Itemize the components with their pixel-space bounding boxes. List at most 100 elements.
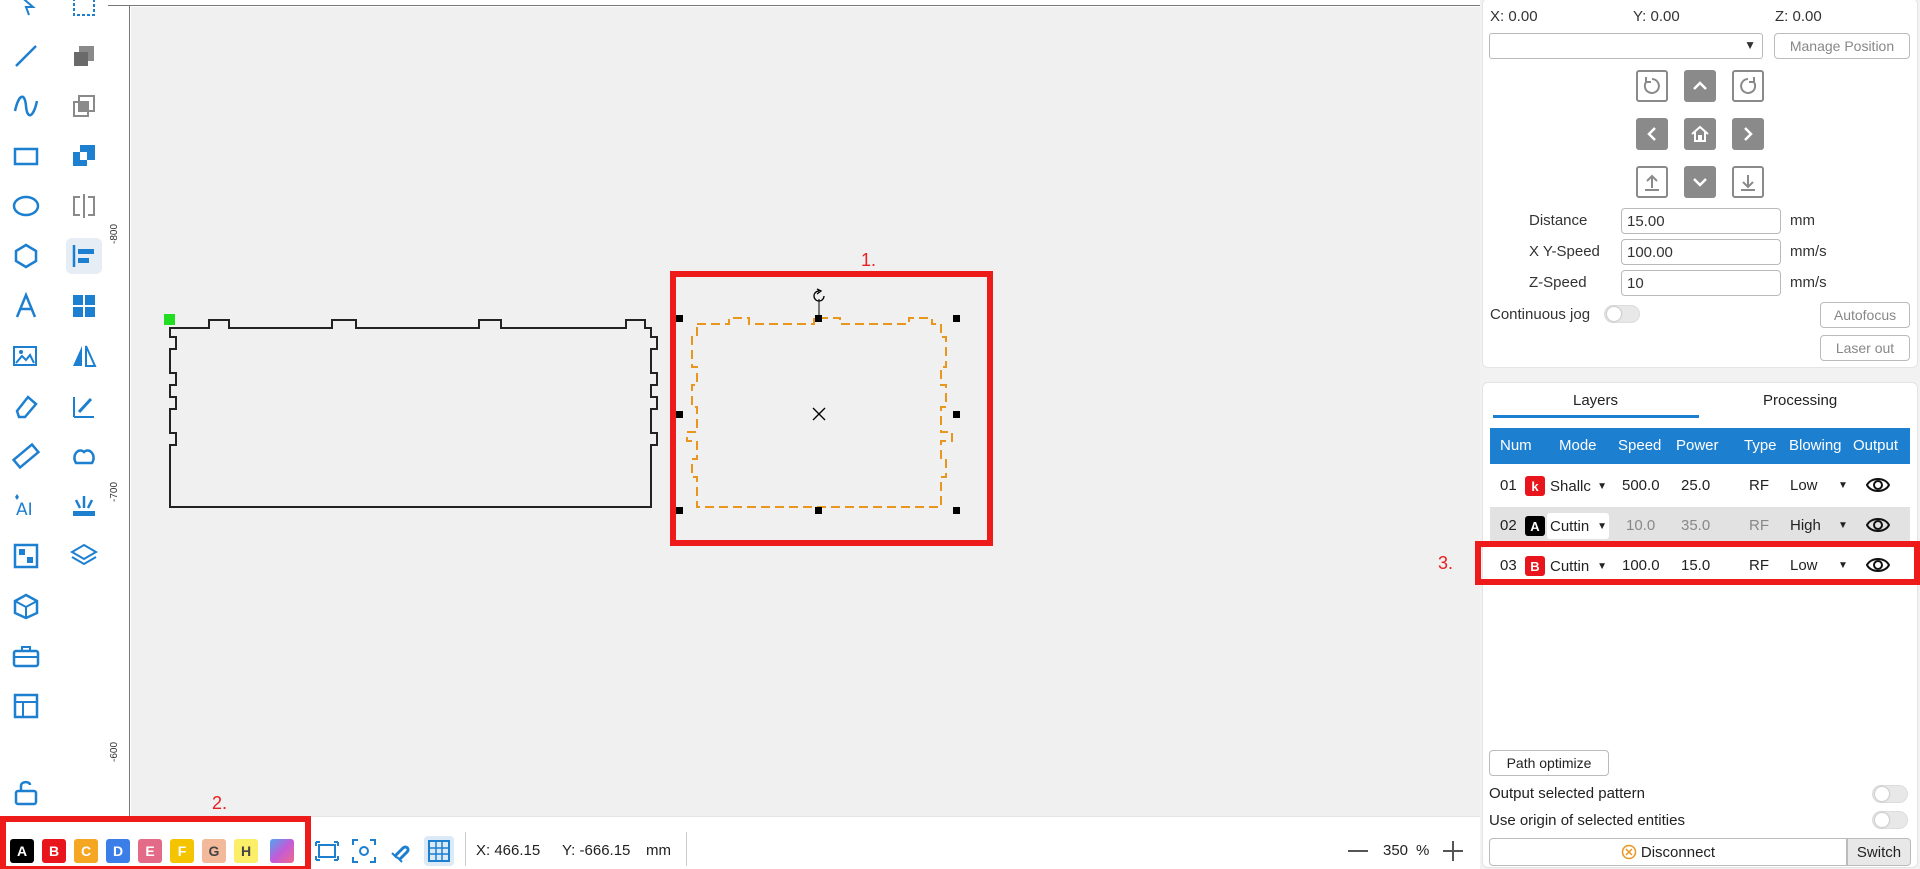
manage-position-button[interactable]: Manage Position xyxy=(1774,33,1910,59)
col-power: Power xyxy=(1676,437,1719,454)
distance-input[interactable]: 15.00 xyxy=(1621,208,1781,234)
boolean-union-icon[interactable] xyxy=(66,38,102,74)
snap-magnet-icon[interactable] xyxy=(387,836,417,866)
eraser-icon[interactable] xyxy=(8,388,44,424)
layers-icon[interactable] xyxy=(66,538,102,574)
rotate-cw-button[interactable] xyxy=(1732,70,1764,102)
layer-color-badge: A xyxy=(1525,516,1545,536)
mirror-icon[interactable] xyxy=(66,338,102,374)
rotate-ccw-button[interactable] xyxy=(1636,70,1668,102)
col-num: Num xyxy=(1500,437,1532,454)
line-icon[interactable] xyxy=(8,38,44,74)
caret-down-icon[interactable]: ▼ xyxy=(1838,520,1848,531)
divider xyxy=(686,832,687,866)
select-icon[interactable] xyxy=(8,0,44,24)
switch-button[interactable]: Switch xyxy=(1847,838,1911,866)
position-x: X: 0.00 xyxy=(1490,8,1538,25)
layer-type: RF xyxy=(1749,517,1769,534)
home-button[interactable] xyxy=(1684,118,1716,150)
align-left-icon[interactable] xyxy=(66,238,102,274)
qr-code-icon[interactable] xyxy=(8,538,44,574)
position-select[interactable]: ▼ xyxy=(1489,33,1763,59)
chevron-right-icon xyxy=(1744,127,1753,141)
highlight-box xyxy=(670,271,993,546)
position-z: Z: 0.00 xyxy=(1775,8,1822,25)
autofocus-button[interactable]: Autofocus xyxy=(1820,302,1910,328)
jog-right-button[interactable] xyxy=(1732,118,1764,150)
layer-mode-select[interactable]: Shallc ▼ xyxy=(1547,473,1609,499)
polygon-icon[interactable] xyxy=(8,238,44,274)
disconnect-button[interactable]: Disconnect xyxy=(1489,838,1847,866)
layout-icon[interactable] xyxy=(8,688,44,724)
position-y: Y: 0.00 xyxy=(1633,8,1680,25)
eye-icon[interactable] xyxy=(1865,475,1891,499)
3d-box-icon[interactable] xyxy=(8,588,44,624)
zoom-in-icon[interactable] xyxy=(1438,836,1468,866)
ruler-icon[interactable] xyxy=(8,438,44,474)
boolean-intersect-icon[interactable] xyxy=(66,138,102,174)
curve-icon[interactable] xyxy=(8,88,44,124)
use-origin-toggle[interactable] xyxy=(1872,811,1908,829)
zoom-out-icon[interactable] xyxy=(1343,836,1373,866)
fit-canvas-icon[interactable] xyxy=(312,836,342,866)
cursor-y: Y: -666.15 xyxy=(562,842,631,859)
ai-text-icon[interactable]: AI xyxy=(8,488,44,524)
z-down-button[interactable] xyxy=(1732,166,1764,198)
left-toolbar: AI xyxy=(0,0,108,869)
layer-blowing[interactable]: High xyxy=(1790,517,1821,534)
image-icon[interactable] xyxy=(8,338,44,374)
col-speed: Speed xyxy=(1618,437,1662,454)
zoom-value: 350 xyxy=(1383,842,1409,859)
laser-out-button[interactable]: Laser out xyxy=(1820,335,1910,361)
jog-down-button[interactable] xyxy=(1684,166,1716,198)
layer-blowing[interactable]: Low xyxy=(1790,477,1818,494)
fit-selection-icon[interactable] xyxy=(349,836,379,866)
tab-processing[interactable]: Processing xyxy=(1763,392,1837,409)
path-optimize-button[interactable]: Path optimize xyxy=(1489,750,1609,776)
mirror-split-icon[interactable] xyxy=(66,188,102,224)
z-up-button[interactable] xyxy=(1636,166,1668,198)
frame-select-icon[interactable] xyxy=(66,0,102,24)
text-icon[interactable] xyxy=(8,288,44,324)
rectangle-icon[interactable] xyxy=(8,138,44,174)
distance-label: Distance xyxy=(1529,212,1588,229)
grid-icon[interactable] xyxy=(424,836,454,866)
edit-nodes-icon[interactable] xyxy=(66,388,102,424)
zoom-unit: % xyxy=(1416,842,1430,859)
z-speed-input[interactable]: 10 xyxy=(1621,270,1781,296)
tab-layers[interactable]: Layers xyxy=(1573,392,1618,409)
xy-speed-unit: mm/s xyxy=(1790,243,1827,260)
laser-icon[interactable] xyxy=(66,488,102,524)
jog-up-button[interactable] xyxy=(1684,70,1716,102)
active-tab-indicator xyxy=(1493,415,1699,418)
layer-power[interactable]: 25.0 xyxy=(1681,477,1710,494)
layer-row[interactable]: 02 A Cuttin ▼ 10.0 35.0 RF High ▼ xyxy=(1490,507,1910,545)
layer-type: RF xyxy=(1749,477,1769,494)
toolbox-icon[interactable] xyxy=(8,638,44,674)
continuous-jog-label: Continuous jog xyxy=(1490,306,1591,323)
output-selected-toggle[interactable] xyxy=(1872,785,1908,803)
xy-speed-input[interactable]: 100.00 xyxy=(1621,239,1781,265)
layer-speed[interactable]: 10.0 xyxy=(1626,517,1655,534)
continuous-jog-toggle[interactable] xyxy=(1604,305,1640,323)
jog-left-button[interactable] xyxy=(1636,118,1668,150)
disconnect-label: Disconnect xyxy=(1640,843,1716,861)
caret-down-icon: ▼ xyxy=(1597,481,1607,492)
col-blowing: Blowing xyxy=(1789,437,1842,454)
box-panel-shape xyxy=(169,319,658,508)
boolean-subtract-icon[interactable] xyxy=(66,88,102,124)
ruler-label: -700 xyxy=(109,481,120,502)
layer-speed[interactable]: 500.0 xyxy=(1622,477,1660,494)
layer-row[interactable]: 01 k Shallc ▼ 500.0 25.0 RF Low ▼ xyxy=(1490,467,1910,505)
xy-speed-label: X Y-Speed xyxy=(1529,243,1600,260)
array-icon[interactable] xyxy=(66,288,102,324)
layer-color-badge: k xyxy=(1525,476,1545,496)
download-arrow-icon xyxy=(1741,175,1755,191)
unlock-icon[interactable] xyxy=(8,774,44,810)
ellipse-icon[interactable] xyxy=(8,188,44,224)
layer-power[interactable]: 35.0 xyxy=(1681,517,1710,534)
layer-mode-select[interactable]: Cuttin ▼ xyxy=(1547,513,1609,539)
offset-icon[interactable] xyxy=(66,438,102,474)
eye-icon[interactable] xyxy=(1865,515,1891,539)
caret-down-icon[interactable]: ▼ xyxy=(1838,480,1848,491)
